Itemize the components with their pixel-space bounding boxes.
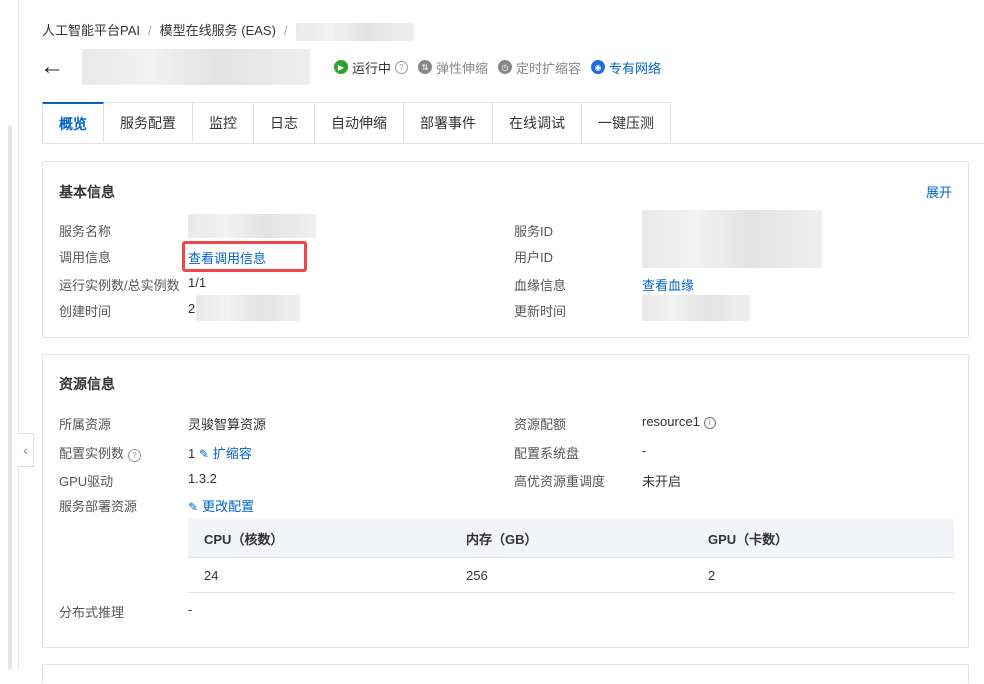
info-icon[interactable]: i	[703, 416, 716, 429]
resource-table: CPU（核数） 内存（GB） GPU（卡数） 24 256 2	[188, 519, 954, 593]
service-id-redacted	[642, 210, 822, 268]
table-cell-gpu: 2	[692, 557, 954, 593]
status-scheduled-label: 定时扩缩容	[516, 60, 582, 76]
field-service-name-label: 服务名称	[59, 224, 112, 239]
tab-overview[interactable]: 概览	[42, 102, 104, 144]
quota-value: resource1 i	[642, 414, 716, 429]
scale-link-label: 扩缩容	[212, 446, 252, 461]
collapse-sidebar-button[interactable]: ‹	[18, 433, 34, 467]
created-time-redacted	[196, 295, 300, 321]
field-invoke-info-label: 调用信息	[59, 250, 112, 265]
field-updated-label: 更新时间	[514, 304, 567, 319]
view-lineage-link[interactable]: 查看血缘	[642, 275, 694, 294]
table-header-memory: 内存（GB）	[450, 519, 692, 558]
status-autoscale-label: 弹性伸缩	[436, 60, 489, 76]
left-sidebar-edge	[0, 0, 19, 670]
breadcrumb-item-eas[interactable]: 模型在线服务 (EAS)	[160, 23, 276, 38]
edit-icon: ✎	[188, 500, 199, 514]
field-instances-label: 运行实例数/总实例数	[59, 278, 180, 293]
reschedule-value: 未开启	[642, 474, 682, 489]
scrollbar[interactable]	[8, 125, 12, 670]
field-deploy-resource-label: 服务部署资源	[59, 499, 138, 514]
resource-info-title: 资源信息	[59, 376, 115, 392]
status-vpc-label: 专有网络	[609, 60, 662, 76]
highlight-box	[182, 241, 307, 272]
table-cell-cpu: 24	[188, 557, 450, 593]
edit-icon: ✎	[198, 447, 209, 461]
breadcrumb-separator: /	[148, 23, 152, 38]
service-name-redacted	[188, 214, 316, 238]
expand-link[interactable]: 展开	[926, 182, 952, 201]
network-icon: ◉	[591, 60, 606, 74]
quota-value-text: resource1	[642, 414, 700, 429]
status-running: ▶ 运行中 ?	[334, 58, 409, 77]
field-instance-count-label: 配置实例数?	[59, 443, 142, 462]
back-arrow-icon[interactable]: ←	[40, 53, 70, 81]
breadcrumb-item-redacted	[295, 22, 414, 41]
table-header-gpu: GPU（卡数）	[692, 519, 954, 558]
table-header-row: CPU（核数） 内存（GB） GPU（卡数）	[188, 519, 954, 558]
help-icon[interactable]: ?	[128, 449, 142, 462]
table-header-cpu: CPU（核数）	[188, 519, 450, 558]
field-created-label: 创建时间	[59, 304, 112, 319]
tab-bar: 概览 服务配置 监控 日志 自动伸缩 部署事件 在线调试 一键压测	[42, 102, 671, 144]
status-running-label: 运行中	[352, 60, 392, 76]
status-scheduled-scaling: ◷ 定时扩缩容	[498, 58, 581, 77]
tab-deploy-events[interactable]: 部署事件	[404, 102, 493, 144]
breadcrumb-separator: /	[283, 23, 288, 38]
system-disk-value: -	[642, 443, 647, 458]
created-value: 2	[188, 301, 196, 316]
table-row: 24 256 2	[188, 557, 954, 593]
updated-time-redacted	[642, 295, 750, 321]
tabs-divider	[42, 143, 984, 144]
instance-count-label-text: 配置实例数	[59, 446, 125, 461]
owner-resource-value: 灵骏智算资源	[188, 417, 267, 432]
play-circle-icon: ▶	[334, 60, 348, 74]
breadcrumb: 人工智能平台PAI / 模型在线服务 (EAS) /	[42, 20, 414, 41]
instance-count-number: 1	[188, 446, 196, 461]
field-reschedule-label: 高优资源重调度	[514, 474, 606, 489]
service-title-redacted	[82, 49, 310, 85]
change-config-label: 更改配置	[202, 499, 255, 514]
scale-link[interactable]: ✎ 扩缩容	[199, 446, 252, 461]
tab-service-config[interactable]: 服务配置	[104, 102, 193, 144]
instance-count-value: 1 ✎ 扩缩容	[188, 443, 252, 462]
tab-stress-test[interactable]: 一键压测	[582, 102, 671, 144]
table-cell-memory: 256	[450, 557, 692, 593]
field-lineage-label: 血缘信息	[514, 278, 567, 293]
field-distributed-label: 分布式推理	[59, 605, 125, 620]
status-vpc[interactable]: ◉ 专有网络	[591, 58, 661, 77]
tab-autoscaling[interactable]: 自动伸缩	[315, 102, 404, 144]
field-owner-resource-label: 所属资源	[59, 417, 112, 432]
resource-info-card: 资源信息 所属资源 灵骏智算资源 配置实例数? 1 ✎ 扩缩容 GPU驱动 1.3…	[42, 354, 969, 648]
basic-info-title: 基本信息	[59, 184, 115, 200]
gpu-driver-value: 1.3.2	[188, 471, 217, 486]
distributed-value: -	[188, 602, 193, 617]
title-bar: ← ▶ 运行中 ? ⇅ 弹性伸缩 ◷ 定时扩缩容 ◉ 专有网络	[40, 48, 671, 86]
change-config-link[interactable]: ✎ 更改配置	[188, 496, 254, 515]
field-quota-label: 资源配额	[514, 417, 567, 432]
tab-monitoring[interactable]: 监控	[193, 102, 254, 144]
scale-icon: ⇅	[418, 60, 433, 74]
field-system-disk-label: 配置系统盘	[514, 446, 580, 461]
field-service-id-label: 服务ID	[514, 224, 554, 239]
field-gpu-driver-label: GPU驱动	[59, 474, 114, 489]
field-user-id-label: 用户ID	[514, 250, 554, 265]
tab-online-debug[interactable]: 在线调试	[493, 102, 582, 144]
help-icon[interactable]: ?	[395, 60, 409, 74]
tab-logs[interactable]: 日志	[254, 102, 315, 144]
instances-value: 1/1	[188, 275, 207, 290]
next-card-edge	[42, 664, 969, 684]
status-autoscale: ⇅ 弹性伸缩	[418, 58, 488, 77]
chevron-left-icon: ‹	[23, 442, 28, 458]
clock-icon: ◷	[498, 60, 513, 74]
basic-info-card: 基本信息 展开 服务名称 调用信息 查看调用信息 运行实例数/总实例数 1/1 …	[42, 161, 969, 338]
breadcrumb-item-pai[interactable]: 人工智能平台PAI	[42, 23, 140, 38]
